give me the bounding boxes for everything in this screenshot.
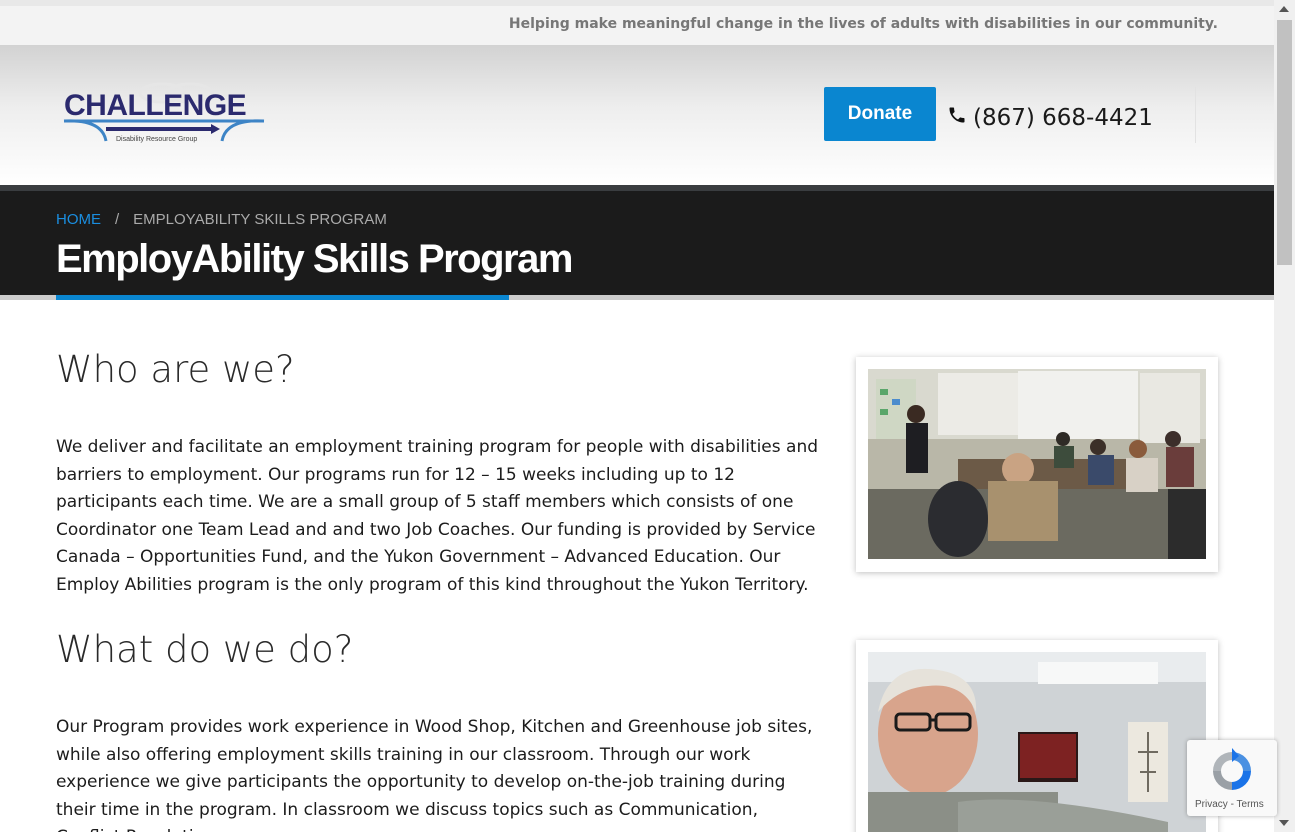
phone-icon — [947, 105, 967, 131]
breadcrumb-current: EMPLOYABILITY SKILLS PROGRAM — [133, 211, 387, 228]
section-heading-what: What do we do? — [56, 628, 354, 671]
recaptcha-badge[interactable]: Privacy - Terms — [1187, 740, 1277, 816]
breadcrumb: HOME / EMPLOYABILITY SKILLS PROGRAM — [56, 211, 387, 228]
section-heading-who: Who are we? — [56, 348, 295, 391]
header-divider — [1195, 87, 1196, 143]
page-title: EmployAbility Skills Program — [56, 237, 573, 281]
title-accent-underline — [56, 295, 509, 300]
breadcrumb-separator: / — [115, 211, 120, 228]
donate-button[interactable]: Donate — [824, 87, 936, 141]
scroll-down-arrow-icon[interactable] — [1279, 820, 1289, 826]
phone-number: (867) 668-4421 — [973, 105, 1153, 131]
recaptcha-icon — [1209, 748, 1255, 794]
logo-subtext: Disability Resource Group — [116, 136, 197, 143]
breadcrumb-home-link[interactable]: HOME — [56, 211, 101, 228]
section-body-who: We deliver and facilitate an employment … — [56, 437, 819, 595]
site-header: CHALLENGE Disability Resource Group Dona… — [0, 45, 1274, 185]
scrollbar-thumb[interactable] — [1277, 20, 1292, 265]
page-scrollbar[interactable] — [1274, 0, 1295, 832]
phone-link[interactable]: (867) 668-4421 — [947, 105, 1153, 131]
top-bar: Helping make meaningful change in the li… — [0, 0, 1274, 45]
section-body-what: Our Program provides work experience in … — [56, 717, 813, 832]
page-title-band: HOME / EMPLOYABILITY SKILLS PROGRAM Empl… — [0, 185, 1274, 300]
recaptcha-separator: - — [1227, 799, 1237, 810]
scroll-up-arrow-icon[interactable] — [1279, 6, 1289, 12]
recaptcha-links: Privacy - Terms — [1195, 799, 1264, 810]
classroom-photo — [856, 357, 1218, 572]
tagline: Helping make meaningful change in the li… — [508, 16, 1218, 32]
recaptcha-terms-link[interactable]: Terms — [1237, 799, 1264, 810]
logo-wordmark: CHALLENGE — [64, 89, 246, 122]
participant-photo — [856, 640, 1218, 832]
challenge-logo[interactable]: CHALLENGE Disability Resource Group — [62, 77, 267, 149]
recaptcha-privacy-link[interactable]: Privacy — [1195, 799, 1228, 810]
